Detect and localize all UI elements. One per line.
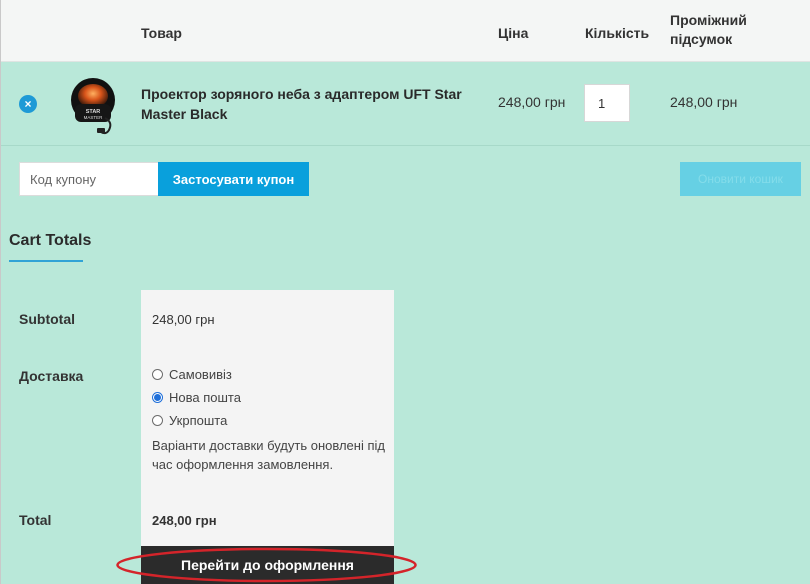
cart-totals-underline (9, 260, 83, 262)
radio-button-selected[interactable] (152, 392, 163, 403)
shipping-label: Доставка (19, 368, 84, 384)
subtotal-label: Subtotal (19, 311, 75, 327)
column-header-price: Ціна (498, 25, 529, 41)
apply-coupon-button[interactable]: Застосувати купон (158, 162, 309, 196)
radio-button[interactable] (152, 369, 163, 380)
quantity-input[interactable] (584, 84, 630, 122)
product-name-link[interactable]: Проектор зоряного неба з адаптером UFT S… (141, 84, 471, 124)
shipping-note: Варіанти доставки будуть оновлені під ча… (152, 438, 385, 472)
product-price: 248,00 грн (498, 94, 566, 110)
subtotal-value: 248,00 грн (152, 312, 215, 327)
total-label: Total (19, 512, 52, 528)
shipping-option-label: Самовивіз (169, 367, 232, 382)
update-cart-button[interactable]: Оновити кошик (680, 162, 801, 196)
svg-text:MASTER: MASTER (84, 115, 104, 120)
cart-page: Товар Ціна Кількість Проміжний підсумок … (0, 0, 810, 584)
coupon-code-input[interactable] (19, 162, 159, 196)
shipping-option-ukrposhta[interactable]: Укрпошта (152, 413, 227, 428)
total-value: 248,00 грн (152, 513, 217, 528)
remove-item-button[interactable]: × (19, 95, 37, 113)
radio-button[interactable] (152, 415, 163, 426)
cart-totals-title: Cart Totals (9, 232, 92, 249)
shipping-option-label: Укрпошта (169, 413, 228, 428)
column-header-subtotal: Проміжний підсумок (670, 12, 747, 47)
shipping-option-nova-poshta[interactable]: Нова пошта (152, 390, 241, 405)
star-projector-image: STAR MASTER (71, 78, 115, 135)
column-header-quantity: Кількість (585, 25, 650, 41)
line-subtotal: 248,00 грн (670, 94, 738, 110)
cart-item-row: × STAR MASTER Проектор зоряного неба з а… (1, 62, 810, 146)
shipping-option-label: Нова пошта (169, 390, 241, 405)
column-header-product: Товар (141, 25, 182, 41)
proceed-to-checkout-button[interactable]: Перейти до оформлення (141, 546, 394, 584)
product-thumbnail[interactable]: STAR MASTER (61, 70, 121, 136)
cart-table-header: Товар Ціна Кількість Проміжний підсумок (1, 0, 810, 62)
shipping-option-pickup[interactable]: Самовивіз (152, 367, 232, 382)
